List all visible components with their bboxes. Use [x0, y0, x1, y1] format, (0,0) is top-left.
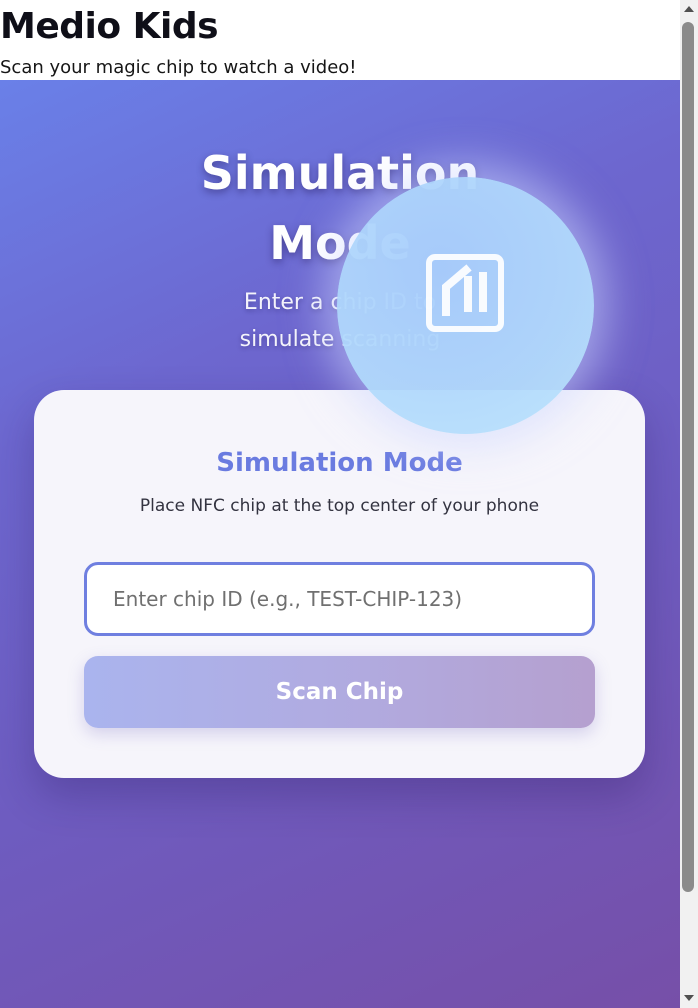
app-title: Medio Kids	[0, 6, 219, 47]
card-title: Simulation Mode	[216, 448, 463, 478]
scroll-up-arrow-icon[interactable]	[684, 6, 694, 12]
card-instruction: Place NFC chip at the top center of your…	[139, 496, 540, 516]
scroll-down-arrow-icon[interactable]	[684, 995, 694, 1001]
scan-chip-button[interactable]: Scan Chip	[84, 656, 595, 728]
simulation-title-line-1: Simulation	[200, 146, 480, 200]
simulation-screen: Simulation Mode Enter a chip ID to simul…	[0, 80, 680, 1008]
nfc-scan-bubble	[337, 177, 594, 434]
page-header: Medio Kids Scan your magic chip to watch…	[0, 0, 680, 80]
app-subtitle: Scan your magic chip to watch a video!	[0, 57, 357, 78]
simulation-card: Simulation Mode Place NFC chip at the to…	[34, 390, 645, 778]
chip-id-input[interactable]	[84, 562, 595, 636]
scrollbar-thumb[interactable]	[682, 22, 694, 892]
nfc-icon	[426, 254, 504, 332]
